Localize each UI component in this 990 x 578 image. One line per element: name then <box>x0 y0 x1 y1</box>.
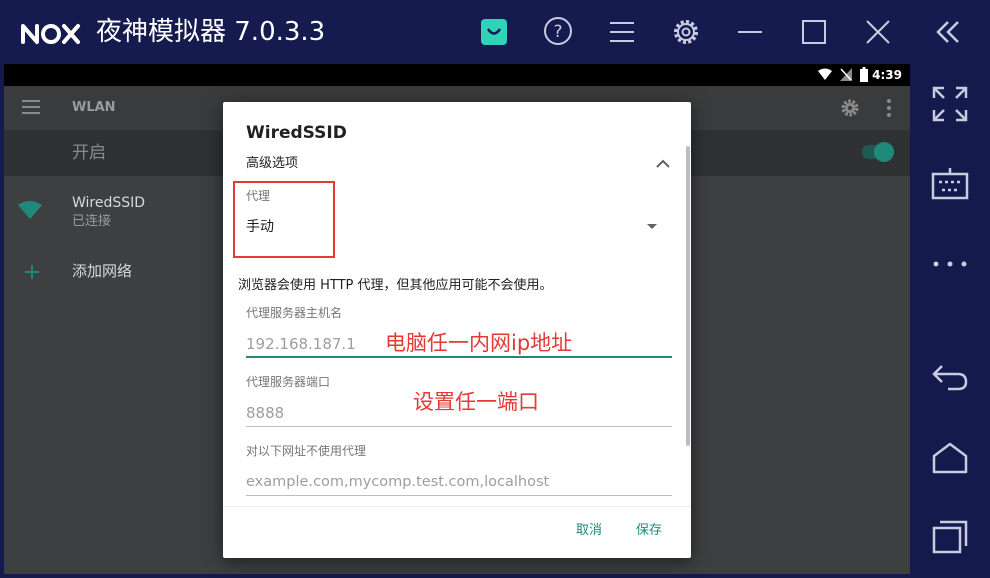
port-annotation: 设置任一端口 <box>413 390 539 414</box>
wlan-toggle-thumb[interactable] <box>874 142 894 162</box>
bypass-input[interactable]: example.com,mycomp.test.com,localhost <box>246 472 549 492</box>
more-icon[interactable] <box>930 244 970 284</box>
recents-icon[interactable] <box>930 516 970 556</box>
wlan-title: WLAN <box>72 100 116 115</box>
network-status: 已连接 <box>72 214 112 229</box>
close-icon[interactable] <box>860 14 896 50</box>
proxy-label: 代理 <box>246 189 271 203</box>
maximize-icon[interactable] <box>796 14 832 50</box>
svg-text:?: ? <box>553 22 562 42</box>
menu-icon[interactable] <box>604 14 640 50</box>
emulator-sidebar <box>910 64 990 578</box>
network-name: WiredSSID <box>72 195 146 211</box>
dialog-title: WiredSSID <box>246 123 347 143</box>
plus-icon <box>25 265 39 279</box>
proxy-warning-text: 浏览器会使用 HTTP 代理，但其他应用可能不会使用。 <box>238 278 553 293</box>
minimize-icon[interactable] <box>732 14 768 50</box>
chevron-up-icon[interactable] <box>655 156 671 172</box>
fullscreen-icon[interactable] <box>930 84 970 124</box>
advanced-options-label[interactable]: 高级选项 <box>246 155 298 173</box>
keyboard-icon[interactable] <box>930 164 970 204</box>
hamburger-menu-icon[interactable] <box>22 100 40 114</box>
wlan-settings-icon[interactable] <box>840 98 860 118</box>
emulator-titlebar: 夜神模拟器 7.0.3.3 ? <box>0 0 990 64</box>
dialog-scrollbar[interactable] <box>686 146 690 446</box>
save-button[interactable]: 保存 <box>636 522 662 540</box>
bypass-label: 对以下网址不使用代理 <box>246 444 367 458</box>
add-network-label: 添加网络 <box>72 262 133 280</box>
hostname-annotation: 电脑任一内网ip地址 <box>385 331 573 355</box>
wifi-status-icon <box>818 68 832 80</box>
battery-icon <box>860 67 868 82</box>
bypass-underline <box>246 495 672 496</box>
port-underline <box>246 426 672 427</box>
port-label: 代理服务器端口 <box>246 375 331 389</box>
hostname-underline <box>246 356 672 358</box>
android-statusbar: 4:39 <box>4 64 910 86</box>
network-config-dialog: WiredSSID 高级选项 代理 手动 浏览器会使用 HTTP 代理，但其他应… <box>223 102 691 558</box>
status-time: 4:39 <box>872 68 902 82</box>
hostname-input[interactable]: 192.168.187.1 <box>246 334 356 354</box>
store-bag-icon[interactable] <box>476 14 512 50</box>
home-icon[interactable] <box>930 438 970 478</box>
settings-gear-icon[interactable] <box>668 14 704 50</box>
no-signal-icon <box>840 68 852 81</box>
proxy-select[interactable]: 手动 <box>246 218 274 236</box>
cancel-button[interactable]: 取消 <box>576 522 602 540</box>
port-input[interactable]: 8888 <box>246 403 284 423</box>
wifi-signal-icon <box>18 201 42 219</box>
hostname-label: 代理服务器主机名 <box>246 306 343 320</box>
overflow-menu-icon[interactable] <box>886 98 892 118</box>
nox-logo <box>21 24 80 44</box>
back-icon[interactable] <box>930 356 970 396</box>
dropdown-arrow-icon[interactable] <box>647 224 657 229</box>
app-title: 夜神模拟器 7.0.3.3 <box>96 17 326 47</box>
dialog-footer-divider <box>223 506 691 507</box>
help-icon[interactable]: ? <box>540 14 576 50</box>
wlan-switch-label: 开启 <box>72 143 106 163</box>
collapse-sidebar-icon[interactable] <box>930 14 966 50</box>
